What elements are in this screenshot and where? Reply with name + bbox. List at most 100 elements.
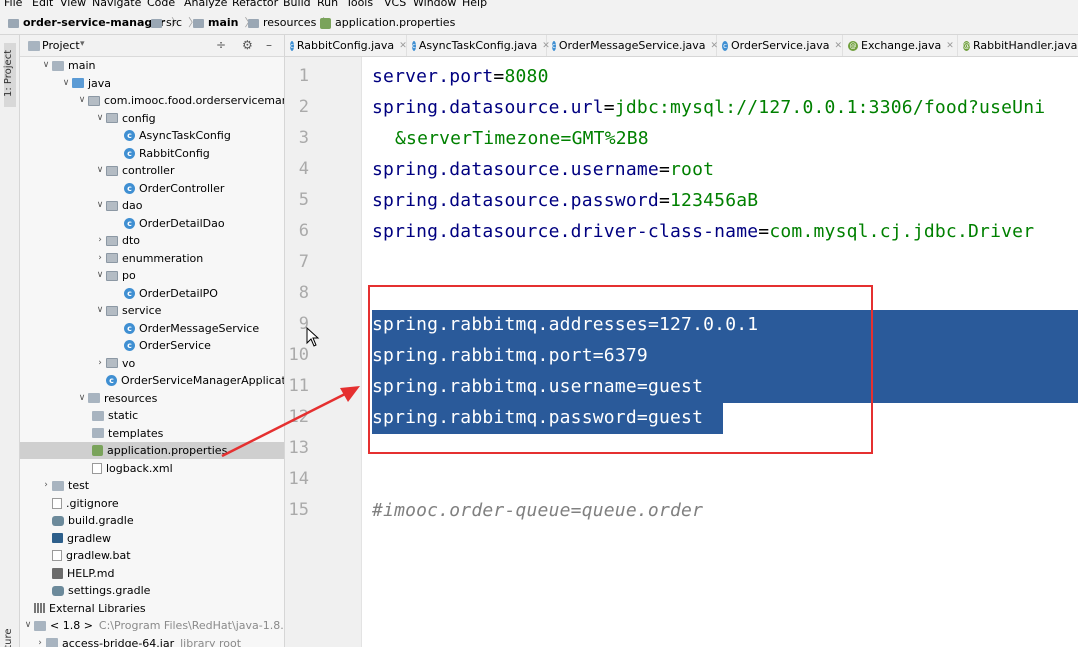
tree-item[interactable]: c RabbitConfig bbox=[112, 145, 210, 162]
tree-item[interactable]: .gitignore bbox=[40, 495, 119, 512]
menu-build[interactable]: Build bbox=[283, 0, 311, 9]
tree-item[interactable]: application.properties bbox=[20, 442, 284, 459]
tree-item[interactable]: gradlew bbox=[40, 530, 111, 547]
code-line[interactable]: spring.datasource.password=123456aB bbox=[372, 190, 758, 211]
collapse-icon[interactable]: ÷ bbox=[216, 38, 226, 52]
tab-rabbitconfig[interactable]: c RabbitConfig.java ✕ bbox=[285, 35, 407, 56]
tree-item[interactable]: › dto bbox=[94, 232, 140, 249]
chevron-down-icon[interactable]: ∨ bbox=[76, 390, 88, 407]
menu-tools[interactable]: Tools bbox=[346, 0, 373, 9]
chevron-down-icon[interactable]: ∨ bbox=[22, 617, 34, 634]
tree-item[interactable]: c OrderController bbox=[112, 180, 224, 197]
code-line[interactable]: spring.datasource.username=root bbox=[372, 159, 714, 180]
tree-item[interactable]: static bbox=[80, 407, 138, 424]
tree-item[interactable]: ∨ config bbox=[94, 110, 156, 127]
chevron-down-icon[interactable]: ∨ bbox=[94, 197, 106, 214]
menu-window[interactable]: Window bbox=[413, 0, 456, 9]
tree-item[interactable]: ∨ com.imooc.food.orderservicemanager bbox=[76, 92, 284, 109]
tree-item[interactable]: › access-bridge-64.jar library root bbox=[34, 635, 241, 647]
menu-edit[interactable]: Edit bbox=[32, 0, 53, 9]
code-line[interactable]: server.port=8080 bbox=[372, 66, 549, 87]
breadcrumb-file[interactable]: application.properties bbox=[320, 15, 455, 31]
tab-ordermessageservice[interactable]: c OrderMessageService.java ✕ bbox=[547, 35, 718, 56]
close-icon[interactable]: ✕ bbox=[946, 35, 954, 56]
package-icon bbox=[106, 305, 118, 316]
close-icon[interactable]: ✕ bbox=[399, 35, 407, 56]
code-line[interactable]: spring.datasource.driver-class-name=com.… bbox=[372, 221, 1034, 242]
chevron-right-icon[interactable]: › bbox=[94, 232, 106, 249]
tree-item[interactable]: ∨ resources bbox=[76, 390, 158, 407]
tab-exchange[interactable]: @ Exchange.java ✕ bbox=[843, 35, 958, 56]
menu-navigate[interactable]: Navigate bbox=[92, 0, 141, 9]
class-icon: c bbox=[124, 322, 135, 334]
tree-item[interactable]: c OrderService bbox=[112, 337, 211, 354]
tree-item[interactable]: c AsyncTaskConfig bbox=[112, 127, 231, 144]
menu-help[interactable]: Help bbox=[462, 0, 487, 9]
chevron-down-icon[interactable]: ▾ bbox=[80, 39, 85, 49]
menu-view[interactable]: View bbox=[60, 0, 86, 9]
tree-item[interactable]: ∨ po bbox=[94, 267, 136, 284]
code-line[interactable]: &serverTimezone=GMT%2B8 bbox=[395, 128, 649, 149]
tree-item[interactable]: ∨ controller bbox=[94, 162, 175, 179]
tree-item[interactable]: ∨ < 1.8 > C:\Program Files\RedHat\java-1.8… bbox=[22, 617, 284, 634]
tree-item[interactable]: ∨ main bbox=[40, 57, 96, 74]
tree-item-label: RabbitConfig bbox=[139, 146, 210, 160]
tree-item[interactable]: ∨ dao bbox=[94, 197, 143, 214]
tree-item[interactable]: ∨ service bbox=[94, 302, 162, 319]
menu-analyze[interactable]: Analyze bbox=[184, 0, 227, 9]
tree-item[interactable]: › enummeration bbox=[94, 250, 203, 267]
tree-item[interactable]: settings.gradle bbox=[40, 582, 150, 599]
chevron-down-icon[interactable]: ∨ bbox=[94, 110, 106, 127]
gear-icon[interactable]: ⚙ bbox=[242, 38, 253, 52]
line-number: 5 bbox=[298, 190, 309, 210]
tree-item[interactable]: c OrderServiceManagerApplication bbox=[94, 372, 285, 389]
chevron-right-icon[interactable]: › bbox=[94, 355, 106, 372]
tree-item-label: OrderServiceManagerApplication bbox=[121, 374, 285, 387]
menu-run[interactable]: Run bbox=[317, 0, 338, 9]
tree-item[interactable]: logback.xml bbox=[80, 460, 173, 477]
menu-vcs[interactable]: VCS bbox=[384, 0, 406, 9]
tree-item[interactable]: › test bbox=[40, 477, 89, 494]
tree-item[interactable]: › vo bbox=[94, 355, 135, 372]
chevron-down-icon[interactable]: ∨ bbox=[94, 302, 106, 319]
folder-icon bbox=[52, 480, 64, 491]
tree-item[interactable]: c OrderMessageService bbox=[112, 320, 259, 337]
chevron-right-icon[interactable]: › bbox=[34, 635, 46, 647]
chevron-down-icon[interactable]: ∨ bbox=[76, 92, 88, 109]
package-icon bbox=[106, 165, 118, 176]
close-icon[interactable]: ✕ bbox=[834, 35, 842, 56]
tree-item[interactable]: c OrderDetailDao bbox=[112, 215, 225, 232]
chevron-right-icon[interactable]: › bbox=[40, 477, 52, 494]
tree-item[interactable]: gradlew.bat bbox=[40, 547, 131, 564]
chevron-down-icon[interactable]: ∨ bbox=[40, 57, 52, 74]
chevron-down-icon[interactable]: ∨ bbox=[60, 75, 72, 92]
spring-class-icon: c bbox=[106, 375, 117, 386]
chevron-down-icon[interactable]: ∨ bbox=[94, 162, 106, 179]
hide-icon[interactable]: – bbox=[266, 38, 272, 52]
tab-rabbithandler[interactable]: @RabbitHandler.java✕ bbox=[958, 35, 1078, 56]
tree-item-label: gradlew.bat bbox=[66, 549, 131, 562]
tree-item[interactable]: templates bbox=[80, 425, 163, 442]
code-line[interactable]: #imooc.order-queue=queue.order bbox=[372, 500, 703, 521]
tree-item[interactable]: HELP.md bbox=[40, 565, 114, 582]
chevron-right-icon[interactable]: › bbox=[94, 250, 106, 267]
tree-item[interactable]: External Libraries bbox=[22, 600, 146, 617]
package-icon bbox=[106, 270, 118, 281]
menu-file[interactable]: File bbox=[4, 0, 22, 9]
tree-item[interactable]: c OrderDetailPO bbox=[112, 285, 218, 302]
breadcrumb-src[interactable]: src〉 bbox=[151, 15, 199, 31]
project-panel-title[interactable]: Project bbox=[42, 39, 80, 52]
package-icon bbox=[88, 95, 100, 106]
tab-asynctaskconfig[interactable]: c AsyncTaskConfig.java ✕ bbox=[407, 35, 550, 56]
menu-code[interactable]: Code bbox=[147, 0, 175, 9]
tree-item-label: config bbox=[122, 111, 156, 125]
tree-item[interactable]: ∨ java bbox=[60, 75, 111, 92]
tab-orderservice[interactable]: c OrderService.java ✕ bbox=[717, 35, 843, 56]
menu-refactor[interactable]: Refactor bbox=[232, 0, 278, 9]
chevron-down-icon[interactable]: ∨ bbox=[94, 267, 106, 284]
tree-item[interactable]: build.gradle bbox=[40, 512, 134, 529]
jdk-icon bbox=[34, 620, 46, 631]
code-line[interactable]: spring.datasource.url=jdbc:mysql://127.0… bbox=[372, 97, 1045, 118]
breadcrumb-main[interactable]: main〉 bbox=[193, 15, 256, 31]
tree-item-label: access-bridge-64.jar bbox=[62, 636, 175, 647]
